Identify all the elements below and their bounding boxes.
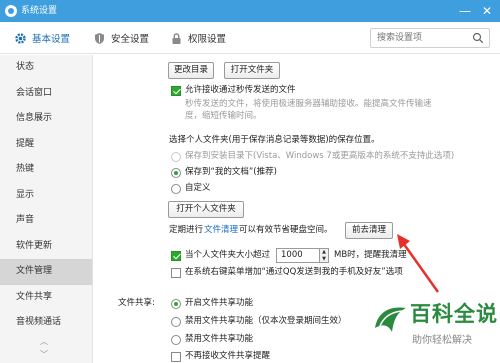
custom-location-radio[interactable]: [171, 184, 181, 194]
custom-location-label: 自定义: [185, 183, 211, 193]
share-disable-temp-label: 禁用文件共享功能（仅本次登录期间生效）: [185, 316, 347, 326]
size-limit-suffix: MB时，提醒我清理: [334, 250, 407, 260]
tab-bar: 基本设置 安全设置 权限设置: [0, 22, 500, 54]
sidebar-item-reminder[interactable]: 提醒: [0, 132, 92, 158]
personal-folder-heading: 选择个人文件夹(用于保存消息记录等数据)的保存位置。: [169, 135, 380, 145]
watermark-logo: [375, 307, 406, 332]
gear-icon: [14, 32, 27, 45]
go-cleanup-button[interactable]: 前去清理: [345, 222, 393, 239]
allow-transfer-checkbox[interactable]: [171, 86, 181, 96]
app-logo-icon: [5, 5, 17, 17]
save-my-documents-label: 保存到“我的文档”(推荐): [185, 167, 277, 177]
file-share-heading: 文件共享:: [118, 298, 155, 308]
chevron-down-icon[interactable]: ﹀: [40, 349, 48, 360]
size-limit-checkbox[interactable]: [171, 251, 181, 261]
share-enable-radio[interactable]: [171, 299, 181, 309]
cleanup-suffix-text: 可以有效节省硬盘空间。: [239, 225, 333, 235]
sidebar-item-info-display[interactable]: 信息展示: [0, 106, 92, 132]
sidebar-item-chat-window[interactable]: 会话窗口: [0, 81, 92, 107]
right-click-menu-checkbox[interactable]: [171, 268, 181, 278]
sidebar-item-av-call[interactable]: 音视频通话: [0, 310, 92, 336]
shield-icon: [93, 32, 106, 45]
sidebar-item-software-update[interactable]: 软件更新: [0, 234, 92, 260]
tab-basic-settings[interactable]: 基本设置: [14, 22, 70, 54]
watermark: 百科全说 助你轻松解决: [372, 300, 500, 363]
allow-transfer-description: 秒传发送的文件，将使用极速服务器辅助接收。能提高文件传输速: [185, 99, 432, 109]
share-disable-label: 禁用文件共享功能: [185, 334, 254, 344]
tab-permission-settings[interactable]: 权限设置: [170, 22, 226, 54]
no-share-reminder-checkbox[interactable]: [171, 352, 181, 362]
sidebar-item-sound[interactable]: 声音: [0, 208, 92, 234]
window-title: 系统设置: [21, 6, 58, 16]
save-install-dir-radio: [171, 152, 181, 162]
sidebar-item-file-management[interactable]: 文件管理: [0, 259, 92, 285]
change-directory-button[interactable]: 更改目录: [168, 62, 214, 79]
sidebar-item-status[interactable]: 状态: [0, 55, 92, 81]
sidebar-item-display[interactable]: 显示: [0, 183, 92, 209]
no-share-reminder-label: 不再接收文件共享提醒: [185, 351, 271, 361]
close-button[interactable]: ✕: [478, 2, 496, 20]
chevron-up-icon[interactable]: ︿: [40, 336, 48, 347]
allow-transfer-description-cont: 度，缩短传输时间。: [185, 111, 262, 121]
save-install-dir-label: 保存到安装目录下(Vista、Windows 7或更高版本的系统不支持此选项): [185, 151, 455, 161]
search-icon[interactable]: [472, 32, 484, 44]
size-limit-prefix: 当个人文件夹大小超过: [185, 250, 271, 260]
watermark-subtitle: 助你轻松解决: [412, 335, 472, 346]
share-disable-temp-radio[interactable]: [171, 317, 181, 327]
size-limit-stepper[interactable]: ▲ ▼: [320, 248, 329, 263]
sidebar-item-file-sharing[interactable]: 文件共享: [0, 285, 92, 311]
tab-label: 权限设置: [188, 34, 227, 45]
minimize-button[interactable]: —: [456, 2, 474, 20]
open-folder-button[interactable]: 打开文件夹: [224, 62, 280, 79]
title-bar: 系统设置 — ✕: [0, 0, 500, 22]
watermark-title: 百科全说: [410, 302, 498, 326]
sidebar: 状态 会话窗口 信息展示 提醒 热键 显示 声音 软件更新 文件管理 文件共享 …: [0, 55, 93, 363]
right-click-menu-label: 在系统右键菜单增加“通过QQ发送到我的手机及好友”选项: [185, 267, 403, 277]
tab-label: 安全设置: [111, 34, 150, 45]
allow-transfer-label: 允许接收通过秒传发送的文件: [185, 85, 296, 95]
size-limit-input[interactable]: 1000: [276, 248, 320, 263]
share-disable-radio[interactable]: [171, 335, 181, 345]
lock-icon: [170, 32, 183, 45]
search-input[interactable]: [371, 29, 469, 47]
tab-security-settings[interactable]: 安全设置: [93, 22, 149, 54]
cleanup-prefix-text: 定期进行: [169, 225, 204, 235]
sidebar-item-hotkeys[interactable]: 热键: [0, 157, 92, 183]
file-cleanup-link[interactable]: 文件清理: [204, 225, 238, 236]
share-enable-label: 开启文件共享功能: [185, 298, 254, 308]
search-box[interactable]: [370, 28, 490, 48]
tab-label: 基本设置: [32, 34, 71, 45]
open-personal-folder-button[interactable]: 打开个人文件夹: [168, 201, 244, 218]
save-my-documents-radio[interactable]: [171, 168, 181, 178]
